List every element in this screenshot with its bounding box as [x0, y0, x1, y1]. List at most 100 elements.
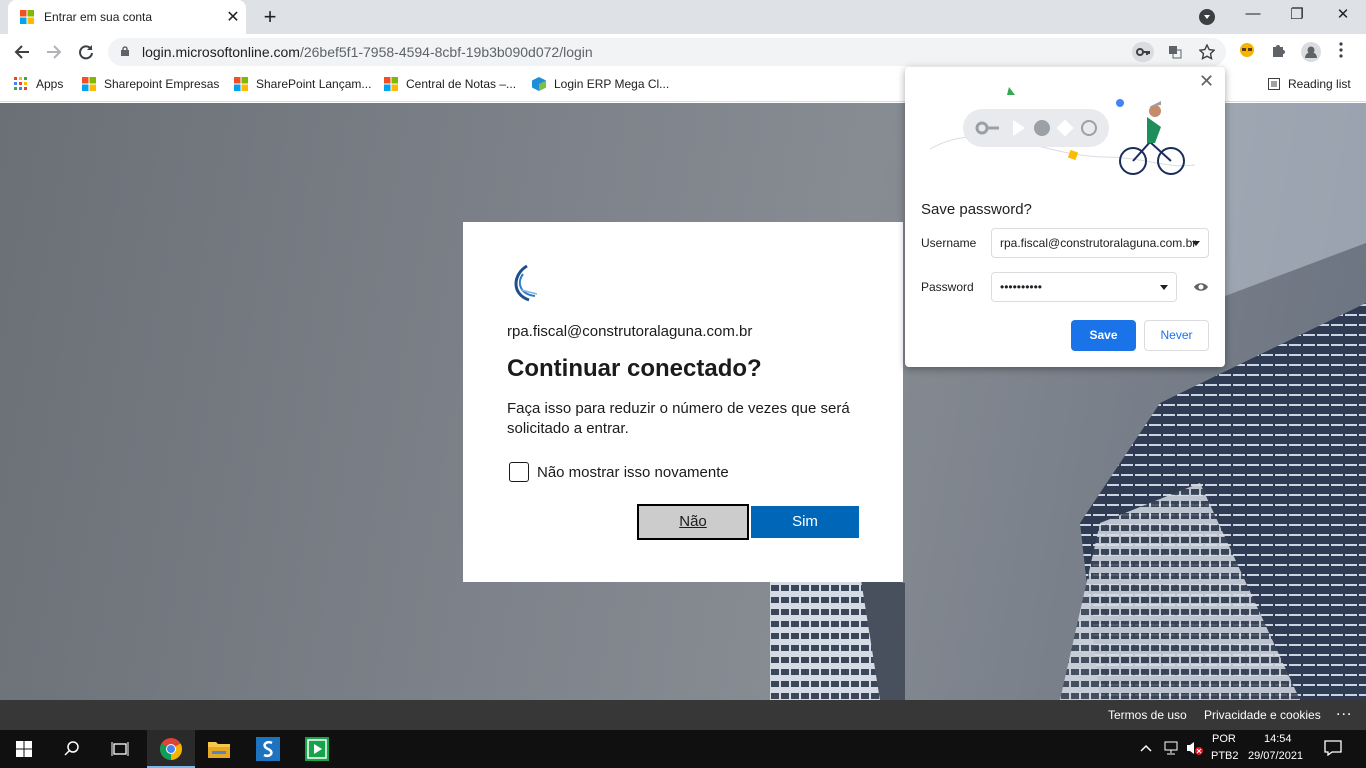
bookmark-label: Login ERP Mega Cl... [554, 77, 670, 91]
close-window-button[interactable]: ✕ [1328, 5, 1358, 23]
microsoft-logo-icon [20, 10, 34, 24]
task-view-button[interactable] [96, 730, 144, 768]
bookmark-apps[interactable]: Apps [14, 77, 63, 91]
bookmark-label: Apps [36, 77, 64, 91]
language-indicator-bottom[interactable]: PTB2 [1211, 750, 1239, 762]
address-bar[interactable]: login.microsoftonline.com/26bef5f1-7958-… [108, 38, 1226, 66]
mega-cube-icon [532, 77, 546, 91]
speaker-muted-icon [1187, 742, 1203, 755]
signin-card: rpa.fiscal@construtoralaguna.com.br Cont… [463, 222, 903, 582]
minimize-button[interactable]: — [1238, 5, 1268, 22]
taskbar-chrome[interactable] [147, 730, 195, 768]
close-icon[interactable]: ✕ [1199, 71, 1214, 92]
translate-icon[interactable] [1164, 42, 1186, 62]
reading-list-label: Reading list [1288, 77, 1351, 91]
reading-list-button[interactable]: Reading list [1268, 77, 1351, 91]
microsoft-logo-icon [82, 77, 96, 91]
company-logo-icon [514, 264, 538, 302]
key-icon[interactable] [1132, 42, 1154, 62]
terms-link[interactable]: Termos de uso [1108, 708, 1187, 722]
save-password-title: Save password? [921, 201, 1032, 218]
glasses-face-icon [1240, 43, 1254, 57]
show-password-eye-icon[interactable] [1193, 279, 1209, 295]
browser-toolbar: login.microsoftonline.com/26bef5f1-7958-… [0, 34, 1366, 70]
s-app-icon [256, 737, 280, 761]
profile-button[interactable] [1300, 42, 1322, 64]
chevron-up-icon[interactable] [1140, 740, 1152, 755]
microsoft-logo-icon [234, 77, 248, 91]
tab-search-icon[interactable] [1199, 9, 1215, 25]
password-select[interactable]: •••••••••• [991, 272, 1177, 302]
privacy-link[interactable]: Privacidade e cookies [1204, 708, 1321, 722]
page-title: Continuar conectado? [507, 355, 762, 382]
bookmark-sharepoint-lancamentos[interactable]: SharePoint Lançam... [234, 77, 371, 91]
no-button[interactable]: Não [637, 504, 749, 540]
chrome-menu-icon[interactable] [1330, 42, 1352, 64]
translate-glyph-icon [1169, 46, 1182, 59]
tab-title: Entrar em sua conta [44, 10, 153, 24]
username-select[interactable]: rpa.fiscal@construtoralaguna.com.br [991, 228, 1209, 258]
reading-list-icon [1268, 78, 1280, 90]
never-button[interactable]: Never [1144, 320, 1209, 351]
clock-time[interactable]: 14:54 [1264, 733, 1292, 745]
yes-button[interactable]: Sim [751, 506, 859, 538]
back-arrow-icon [14, 45, 29, 59]
network-icon[interactable] [1162, 740, 1180, 759]
folder-icon [208, 742, 230, 758]
chrome-icon [160, 738, 182, 760]
reload-button[interactable] [74, 40, 98, 64]
bookmark-sharepoint-empresas[interactable]: Sharepoint Empresas [82, 77, 219, 91]
puzzle-icon [1273, 45, 1285, 57]
bookmark-label: Central de Notas –... [406, 77, 517, 91]
password-label: Password [921, 280, 974, 294]
more-options-button[interactable]: ... [1336, 702, 1352, 720]
key-glyph-icon [1136, 48, 1150, 56]
play-app-icon [305, 737, 329, 761]
dont-show-again-label[interactable]: Não mostrar isso novamente [537, 464, 729, 481]
bookmark-login-erp-mega[interactable]: Login ERP Mega Cl... [532, 77, 669, 91]
bookmark-star-icon[interactable] [1196, 42, 1218, 62]
back-button[interactable] [10, 40, 34, 64]
tab-strip: Entrar em sua conta ✕ + — ❐ ✕ [0, 0, 1366, 34]
url-host: login.microsoftonline.com [142, 44, 300, 60]
language-indicator-top[interactable]: POR [1212, 733, 1236, 745]
lock-icon [121, 46, 129, 56]
forward-button[interactable] [42, 40, 66, 64]
username-value: rpa.fiscal@construtoralaguna.com.br [1000, 236, 1197, 250]
page-footer: Termos de uso Privacidade e cookies ... [0, 700, 1366, 730]
task-view-icon [111, 742, 129, 756]
dont-show-again-checkbox[interactable] [509, 462, 529, 482]
account-email: rpa.fiscal@construtoralaguna.com.br [507, 323, 753, 340]
new-tab-button[interactable]: + [258, 4, 282, 30]
tray-chevron-icon [1140, 744, 1152, 752]
extensions-puzzle-icon[interactable] [1268, 42, 1290, 64]
extension-avatar-icon[interactable] [1236, 42, 1258, 64]
save-password-dialog: ✕ Save password? Username rpa.fiscal@con… [905, 67, 1225, 367]
taskbar-media-app[interactable] [293, 730, 341, 768]
maximize-button[interactable]: ❐ [1282, 5, 1312, 23]
apps-grid-icon [14, 77, 28, 91]
browser-tab[interactable]: Entrar em sua conta ✕ [8, 0, 246, 34]
forward-arrow-icon [47, 45, 62, 59]
start-button[interactable] [0, 730, 48, 768]
volume-muted-icon[interactable] [1186, 740, 1204, 759]
kebab-icon [1339, 42, 1343, 58]
microsoft-logo-icon [384, 77, 398, 91]
save-button[interactable]: Save [1071, 320, 1136, 351]
clock-date[interactable]: 29/07/2021 [1248, 750, 1303, 762]
windows-logo-icon [16, 741, 32, 757]
notifications-icon[interactable] [1324, 740, 1342, 759]
search-button[interactable] [48, 730, 96, 768]
search-icon [64, 741, 79, 756]
chevron-down-icon [1192, 241, 1200, 246]
taskbar-app-s[interactable] [244, 730, 292, 768]
network-monitor-icon [1164, 741, 1178, 755]
chevron-down-icon [1160, 285, 1168, 290]
bookmark-central-de-notas[interactable]: Central de Notas –... [384, 77, 516, 91]
star-icon [1198, 43, 1216, 60]
profile-avatar-icon [1301, 42, 1321, 62]
tab-close-icon[interactable]: ✕ [224, 7, 242, 27]
action-center-icon [1324, 740, 1342, 757]
taskbar-file-explorer[interactable] [195, 730, 243, 768]
url-path: /26bef5f1-7958-4594-8cbf-19b3b090d072/lo… [299, 44, 593, 60]
